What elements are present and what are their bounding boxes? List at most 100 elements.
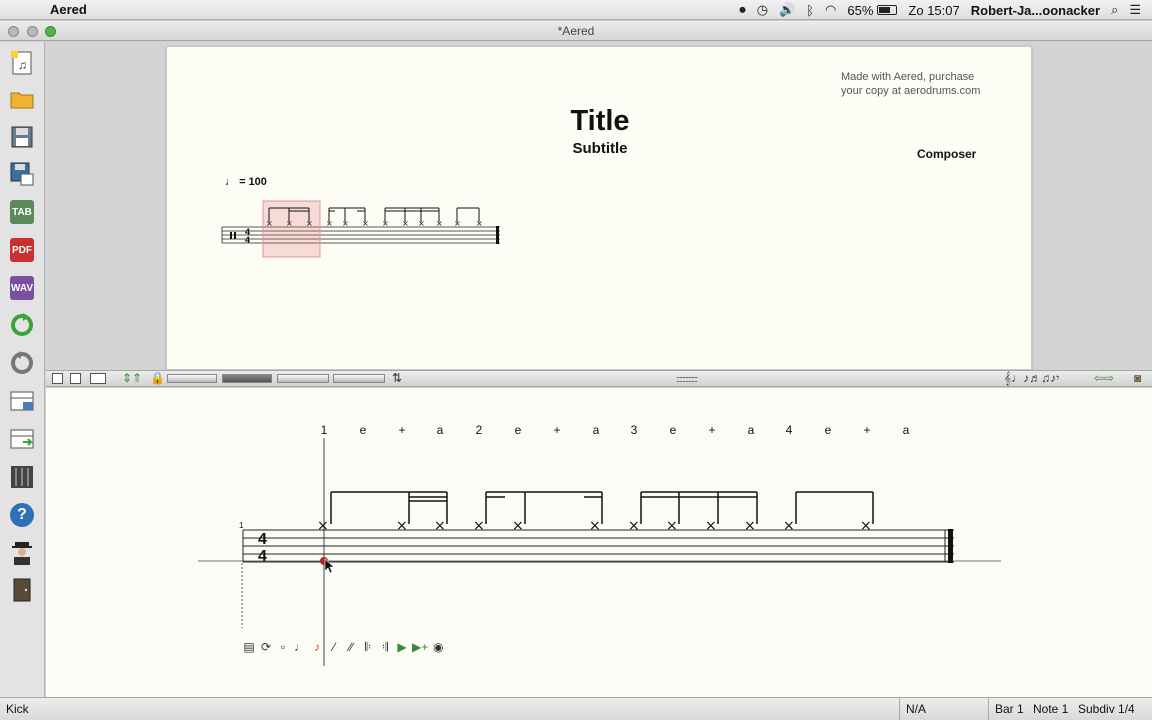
repeat-two-icon[interactable]: ∕∕ — [344, 640, 358, 654]
status-bar: Kick N/A Bar 1 Note 1 Subdiv 1/4 — [0, 697, 1152, 720]
wav-export-icon: WAV — [10, 276, 34, 300]
save-button[interactable] — [7, 122, 37, 152]
layout-split-button[interactable] — [70, 373, 81, 384]
door-exit-icon — [13, 578, 31, 602]
score-preview-panel: Made with Aered, purchase your copy at a… — [46, 42, 1152, 370]
zoom-slider-4[interactable] — [333, 374, 385, 383]
mixer-button[interactable] — [7, 462, 37, 492]
status-value: N/A — [906, 702, 927, 716]
navigate-arrows-icon[interactable]: ⇦⇨ — [1094, 371, 1114, 385]
spotlight-search-icon[interactable]: ⌕ — [1111, 2, 1118, 18]
svg-text:×: × — [628, 518, 640, 534]
menubar-clock[interactable]: Zo 15:07 — [908, 3, 959, 18]
promo-text: Made with Aered, purchase your copy at a… — [841, 70, 980, 98]
svg-text:×: × — [286, 219, 293, 228]
selected-measure-highlight — [262, 200, 321, 258]
svg-text:×: × — [705, 518, 717, 534]
battery-icon[interactable] — [877, 5, 898, 15]
svg-text:×: × — [476, 219, 483, 228]
folder-icon — [10, 92, 34, 109]
save-as-icon — [10, 162, 34, 186]
svg-text:×: × — [744, 518, 756, 534]
svg-text:×: × — [589, 518, 601, 534]
move-up-down-icon[interactable]: ⇕⇑ — [122, 371, 142, 385]
splitter-grip-icon[interactable]: :::::::::::::: — [676, 374, 698, 384]
editor-toolbar: ⇕⇑ 🔒 ⇅ :::::::::::::: 𝄞♩♪♬♫♪𝄾 ⇦⇨ ◙ — [46, 370, 1152, 387]
record-icon[interactable]: ⏺ — [739, 2, 746, 18]
score-composer[interactable]: Composer — [917, 147, 976, 161]
svg-text:×: × — [454, 219, 461, 228]
redo-button[interactable] — [7, 348, 37, 378]
preview-eye-icon[interactable]: ◉ — [431, 640, 445, 654]
status-bar-number: Bar 1 — [995, 702, 1024, 716]
svg-text:×: × — [382, 219, 389, 228]
bluetooth-icon[interactable]: ᛒ — [806, 3, 814, 18]
redo-arrow-icon — [11, 351, 33, 374]
lock-icon[interactable]: 🔒 — [150, 371, 165, 385]
insert-bar-button[interactable] — [7, 386, 37, 416]
drum-kit-icon[interactable]: ◙ — [1134, 371, 1141, 385]
zoom-slider-3[interactable] — [277, 374, 329, 383]
accent-note-icon[interactable]: ♪ — [310, 640, 324, 654]
bar-settings-icon[interactable]: ▤ — [242, 640, 256, 654]
kick-note-icon[interactable]: ♩ — [293, 640, 307, 654]
append-bar-button[interactable] — [7, 424, 37, 454]
help-button[interactable]: ? — [7, 500, 37, 530]
export-pdf-button[interactable]: PDF — [7, 235, 37, 265]
app-menu[interactable]: Aered — [50, 2, 87, 17]
bar-empty-icon[interactable]: ▫ — [276, 640, 290, 654]
window-titlebar: *Aered — [0, 21, 1152, 41]
sort-icon[interactable]: ⇅ — [392, 371, 402, 385]
svg-text:×: × — [860, 518, 872, 534]
promo-line-1: Made with Aered, purchase — [841, 71, 975, 83]
help-icon: ? — [10, 503, 34, 527]
status-menus: ⏺ ◷ 🔊 ᛒ ◠ 65% Zo 15:07 Robert-Ja...oonac… — [739, 0, 1152, 20]
zoom-slider-1[interactable] — [167, 374, 217, 383]
account-button[interactable] — [7, 538, 37, 568]
repeat-end-icon[interactable]: 𝄇 — [378, 640, 392, 654]
tab-export-icon: TAB — [10, 200, 34, 224]
insert-bar-icon — [10, 391, 34, 411]
save-as-button[interactable] — [7, 159, 37, 189]
status-instrument: Kick — [6, 702, 29, 716]
measure-number: 1 — [239, 521, 244, 530]
notification-center-icon[interactable]: ☰ — [1129, 2, 1141, 18]
user-menu[interactable]: Robert-Ja...oonacker — [971, 3, 1100, 18]
tempo-marking[interactable]: ♩ = 100 — [225, 176, 267, 188]
repeat-one-icon[interactable]: ⁄ — [327, 640, 341, 654]
new-score-button[interactable]: ♫ — [7, 48, 37, 78]
repeat-start-icon[interactable]: 𝄆 — [361, 640, 375, 654]
exit-button[interactable] — [7, 575, 37, 605]
wifi-icon[interactable]: ◠ — [825, 2, 836, 18]
score-page[interactable]: Made with Aered, purchase your copy at a… — [166, 46, 1032, 370]
svg-text:×: × — [326, 219, 333, 228]
agent-person-icon — [12, 542, 32, 565]
export-wav-button[interactable]: WAV — [7, 273, 37, 303]
svg-text:×: × — [306, 219, 313, 228]
battery-percent[interactable]: 65% — [847, 3, 873, 18]
zoom-slider-2[interactable] — [222, 374, 272, 383]
svg-text:×: × — [436, 219, 443, 228]
undo-button[interactable] — [7, 310, 37, 340]
open-file-button[interactable] — [7, 84, 37, 114]
note-value-picker-icon[interactable]: 𝄞♩♪♬♫♪𝄾 — [1004, 371, 1059, 386]
svg-text:×: × — [362, 219, 369, 228]
play-add-icon[interactable]: ▶+ — [412, 640, 428, 654]
export-tab-button[interactable]: TAB — [7, 197, 37, 227]
preview-staff: 4 4 × × × × × × × × × × × × — [221, 200, 500, 258]
undo-arrow-icon — [11, 313, 33, 336]
layout-single-button[interactable] — [52, 373, 63, 384]
bar-repeat-icon[interactable]: ⟳ — [259, 640, 273, 654]
notation-editor[interactable]: 1 e + a 2 e + a 3 e + a 4 e + a 1 4 4 × … — [46, 388, 1152, 697]
svg-text:×: × — [266, 219, 273, 228]
floppy-disk-icon — [11, 126, 33, 148]
svg-text:×: × — [402, 219, 409, 228]
volume-icon[interactable]: 🔊 — [779, 2, 795, 18]
time-machine-icon[interactable]: ◷ — [757, 2, 768, 18]
score-subtitle[interactable]: Subtitle — [167, 140, 1033, 157]
score-title[interactable]: Title — [167, 105, 1033, 138]
layout-double-button[interactable] — [90, 373, 106, 384]
time-signature-bottom: 4 — [258, 548, 267, 565]
play-icon[interactable]: ▶ — [395, 640, 409, 654]
editor-staff: 1 4 4 × × × × × × × × × × × × — [198, 438, 1001, 666]
